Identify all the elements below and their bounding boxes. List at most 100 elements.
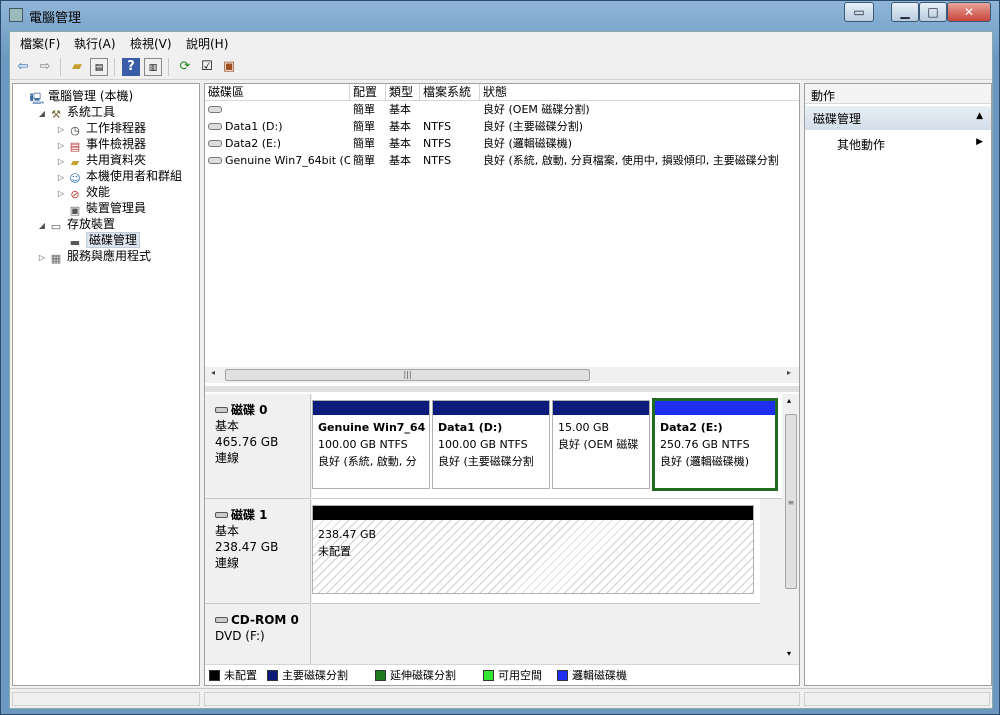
disk-info[interactable]: CD-ROM 0 DVD (F:) (205, 604, 311, 664)
tree-item-label: 事件檢視器 (86, 137, 147, 151)
table-row[interactable]: 簡單 基本 良好 (OEM 磁碟分割) (205, 101, 799, 118)
scroll-left-icon[interactable]: ◂ (211, 368, 215, 377)
toolbar: ⇦ ⇨ ▰ ▤ ? ▥ ⟳ ☑ ▣ (10, 54, 992, 80)
column-header-layout[interactable]: 配置 (350, 84, 386, 101)
partition-block-selected[interactable]: Data2 (E:) 250.76 GB NTFS 良好 (邏輯磁碟機) (652, 398, 778, 491)
cell-text: 簡單 (353, 120, 375, 133)
disk-info[interactable]: 磁碟 0 基本 465.76 GB 連線 (205, 394, 311, 499)
tree-item-label: 效能 (86, 185, 111, 199)
cell-text: 簡單 (353, 137, 375, 150)
table-row[interactable]: Data1 (D:) 簡單 基本 NTFS 良好 (主要磁碟分割) (205, 118, 799, 135)
export-icon[interactable]: ▣ (220, 58, 238, 76)
table-cell: 良好 (系統, 啟動, 分頁檔案, 使用中, 損毀傾印, 主要磁碟分割 (480, 152, 799, 169)
legend-item: 可用空間 (483, 669, 542, 683)
menu-file[interactable]: 檔案(F) (20, 35, 60, 52)
tree-item-label: 系統工具 (67, 105, 116, 119)
disk-info[interactable]: 磁碟 1 基本 238.47 GB 連線 (205, 499, 311, 604)
actions-section-disk-management[interactable]: 磁碟管理 ▲ (805, 106, 991, 130)
scroll-down-icon[interactable]: ▾ (787, 649, 791, 658)
disk-size: 238.47 GB (215, 540, 279, 554)
table-row[interactable]: Data2 (E:) 簡單 基本 NTFS 良好 (邏輯磁碟機) (205, 135, 799, 152)
title-bar[interactable]: 電腦管理 ▭ ▁ □ ✕ (1, 1, 1000, 31)
cell-text: 良好 (系統, 啟動, 分頁檔案, 使用中, 損毀傾印, 主要磁碟分割 (483, 154, 779, 167)
vertical-scrollbar[interactable]: ▴ ≡ ▾ (783, 394, 799, 664)
actions-section-label: 磁碟管理 (813, 112, 862, 126)
partition-block[interactable]: Data1 (D:) 100.00 GB NTFS 良好 (主要磁碟分割 (432, 400, 550, 489)
scroll-thumb[interactable]: ||| (225, 369, 590, 381)
forward-icon[interactable]: ⇨ (36, 58, 54, 76)
scroll-thumb[interactable]: ≡ (785, 414, 797, 589)
show-action-pane-icon[interactable]: ▥ (144, 58, 162, 76)
cell-text: 良好 (主要磁碟分割) (483, 120, 584, 133)
client-area: 檔案(F) 執行(A) 檢視(V) 說明(H) ⇦ ⇨ ▰ ▤ ? ▥ ⟳ ☑ … (9, 31, 993, 709)
tree-item[interactable]: ▷ ⊘ 效能 (55, 184, 111, 201)
partition-block-unallocated[interactable]: 238.47 GB 未配置 (312, 505, 754, 594)
legend-item: 邏輯磁碟機 (557, 669, 627, 683)
tree-item[interactable]: ▣ 裝置管理員 (55, 200, 146, 217)
table-cell: 簡單 (350, 152, 386, 169)
tree-item[interactable]: ▷ ☺ 本機使用者和群組 (55, 168, 182, 185)
minimize-button[interactable]: ▁ (891, 2, 919, 22)
column-header-volume[interactable]: 磁碟區 (205, 84, 350, 101)
back-icon[interactable]: ⇦ (14, 58, 32, 76)
partition-block[interactable]: 15.00 GB 良好 (OEM 磁碟 (552, 400, 650, 489)
legend-label: 可用空間 (498, 669, 542, 682)
cell-text: 簡單 (353, 103, 375, 116)
menu-help[interactable]: 說明(H) (186, 35, 228, 52)
table-row[interactable]: Genuine Win7_64bit (C:) 簡單 基本 NTFS 良好 (系統, 啟… (205, 152, 799, 169)
menu-action[interactable]: 執行(A) (74, 35, 116, 52)
table-cell: 良好 (邏輯磁碟機) (480, 135, 799, 152)
table-cell: 良好 (OEM 磁碟分割) (480, 101, 799, 118)
hard-disk-icon (215, 512, 228, 518)
drive-icon (208, 157, 222, 164)
help-icon[interactable]: ? (122, 58, 140, 76)
tree-item[interactable]: ▷ ▦ 服務與應用程式 (36, 248, 151, 266)
collapse-icon[interactable]: ▲ (976, 111, 983, 121)
tree-item[interactable]: ▷ ▰ 共用資料夾 (55, 152, 147, 169)
drive-icon (208, 106, 222, 113)
disk-row: CD-ROM 0 DVD (F:) (205, 604, 782, 664)
window-extra-button[interactable]: ▭ (844, 2, 874, 22)
close-button[interactable]: ✕ (947, 2, 991, 22)
tree-item[interactable]: ▬ 磁碟管理 (55, 232, 141, 249)
scroll-up-icon[interactable]: ▴ (787, 396, 791, 405)
collapse-arrow-icon[interactable]: ◢ (36, 218, 48, 234)
tree-item[interactable]: ◢ ▭ 存放裝置 (36, 216, 115, 234)
partition-size: 15.00 GB (558, 421, 610, 434)
menu-view[interactable]: 檢視(V) (130, 35, 172, 52)
expand-arrow-icon[interactable]: ▷ (36, 250, 48, 266)
collapse-arrow-icon[interactable]: ◢ (36, 106, 48, 122)
table-cell: NTFS (420, 135, 480, 152)
maximize-button[interactable]: □ (919, 2, 947, 22)
disk-status: 連線 (215, 451, 240, 465)
tree-item-label: 共用資料夾 (86, 153, 147, 167)
table-cell: Data2 (E:) (205, 135, 350, 152)
up-folder-icon[interactable]: ▰ (68, 58, 86, 76)
partition-block[interactable]: Genuine Win7_64 100.00 GB NTFS 良好 (系統, 啟… (312, 400, 430, 489)
tree-item[interactable]: ◢ ⚒ 系統工具 (36, 104, 116, 122)
cell-text: 簡單 (353, 154, 375, 167)
tree-item[interactable]: ▷ ◷ 工作排程器 (55, 120, 146, 137)
tree-item-label: 磁碟管理 (86, 232, 141, 248)
tree-item[interactable]: ▷ ▤ 事件檢視器 (55, 136, 147, 153)
more-actions-item[interactable]: 其他動作 ▶ (805, 134, 991, 154)
column-header-filesystem[interactable]: 檔案系統 (420, 84, 480, 101)
disk-row: 磁碟 0 基本 465.76 GB 連線 Genuine Win7_64 100… (205, 394, 782, 499)
column-header-type[interactable]: 類型 (386, 84, 420, 101)
table-cell (205, 101, 350, 118)
column-header-status[interactable]: 狀態 (480, 84, 799, 101)
table-cell (420, 101, 480, 118)
show-tree-icon[interactable]: ▤ (90, 58, 108, 76)
table-cell: Genuine Win7_64bit (C:) (205, 152, 350, 169)
scroll-right-icon[interactable]: ▸ (787, 368, 791, 377)
properties-icon[interactable]: ☑ (198, 58, 216, 76)
legend-bar: 未配置 主要磁碟分割 延伸磁碟分割 可用空間 邏輯磁碟機 (205, 664, 799, 685)
table-cell: 簡單 (350, 135, 386, 152)
legend-label: 未配置 (224, 669, 257, 682)
pane-splitter[interactable] (205, 386, 799, 392)
tree-item[interactable]: 🖳 電腦管理 (本機) (17, 88, 134, 105)
horizontal-scrollbar[interactable]: ◂ ||| ▸ (205, 367, 799, 383)
refresh-icon[interactable]: ⟳ (176, 58, 194, 76)
cell-text: 基本 (389, 103, 411, 116)
legend-swatch (267, 670, 278, 681)
